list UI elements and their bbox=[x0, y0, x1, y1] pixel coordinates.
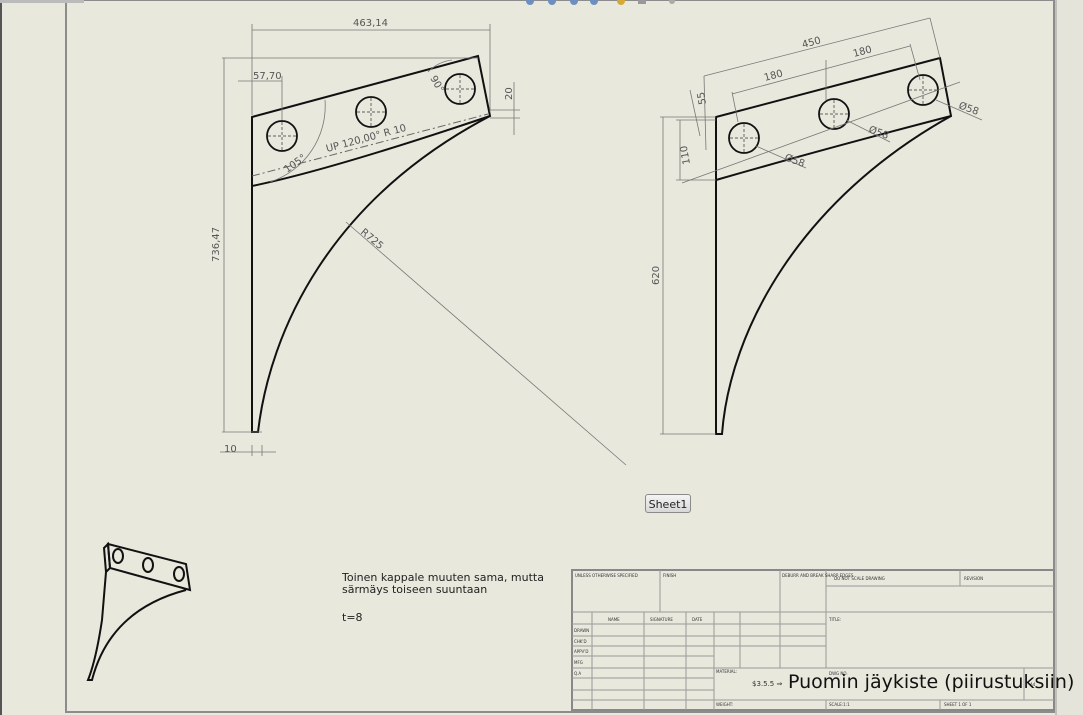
tb-title-label: TITLE: bbox=[828, 617, 841, 622]
tb-weight: WEIGHT: bbox=[716, 702, 733, 707]
sheet-tab[interactable]: Sheet1 bbox=[645, 494, 691, 513]
tb-name: NAME bbox=[608, 617, 620, 622]
left-dim-base: 10 bbox=[224, 444, 237, 455]
tb-scale: SCALE:1:1 bbox=[829, 702, 850, 707]
tb-chkd: CHK'D bbox=[574, 639, 587, 644]
note-thickness: t=8 bbox=[342, 611, 363, 624]
drawing-sheet: 463,14 57,70 20 736,47 10 R725 105° 90° … bbox=[0, 0, 1083, 715]
tb-signature: SIGNATURE bbox=[650, 617, 673, 622]
tb-material: MATERIAL: bbox=[716, 669, 737, 674]
left-dim-width: 463,14 bbox=[353, 18, 388, 29]
title-prefix: $3.5.5 ⇒ bbox=[752, 680, 783, 688]
tb-mfg: MFG bbox=[574, 660, 583, 665]
tb-unless: UNLESS OTHERWISE SPECIFIED bbox=[575, 573, 638, 578]
tb-sheet: SHEET 1 OF 1 bbox=[944, 702, 972, 707]
tb-qa: Q.A bbox=[574, 671, 581, 676]
left-dim-offset: 57,70 bbox=[253, 71, 282, 82]
drawing-title: Puomin jäykiste (piirustuksiin) bbox=[788, 671, 1075, 693]
tb-dont-scale: DO NOT SCALE DRAWING bbox=[834, 576, 885, 581]
tb-revision: REVISION bbox=[964, 576, 983, 581]
right-dim-offset-1: 55 bbox=[696, 91, 709, 105]
left-dim-edge: 20 bbox=[504, 87, 515, 100]
left-dim-height: 736,47 bbox=[211, 227, 222, 262]
note-line-2: särmäys toiseen suuntaan bbox=[342, 583, 488, 596]
tb-date: DATE bbox=[692, 617, 703, 622]
tb-finish: FINISH bbox=[663, 573, 676, 578]
right-dim-height: 620 bbox=[651, 266, 662, 285]
tb-appvd: APPV'D bbox=[574, 649, 588, 654]
tb-drawn: DRAWN bbox=[574, 628, 589, 633]
